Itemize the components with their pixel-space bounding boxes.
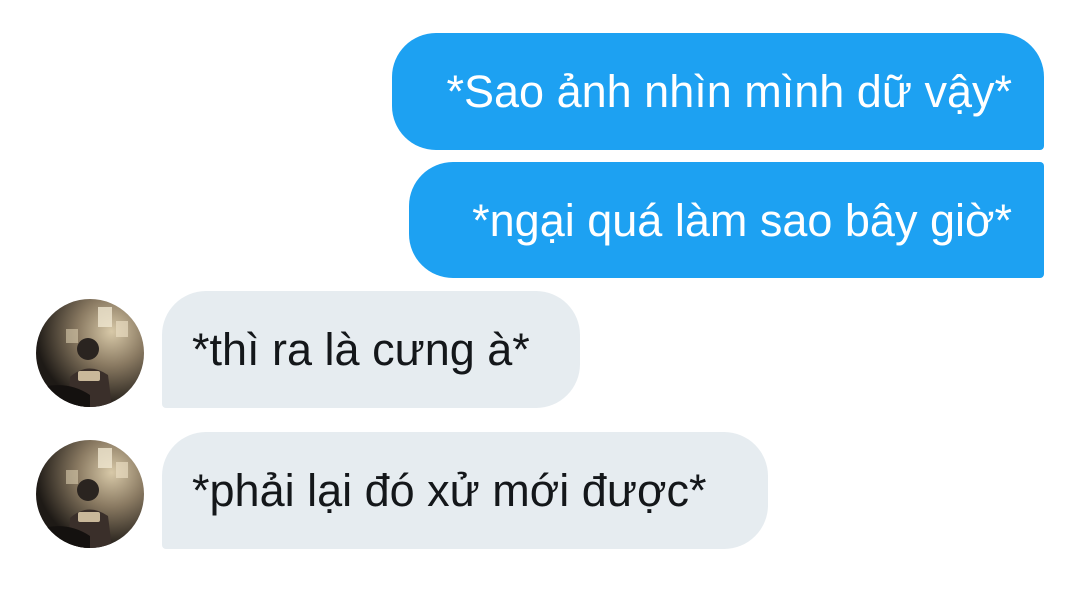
message-text: *phải lại đó xử mới được* [192,465,707,516]
chat-thread: *Sao ảnh nhìn mình dữ vậy* *ngại quá làm… [0,0,1080,594]
message-bubble-incoming[interactable]: *thì ra là cưng à* [162,291,580,408]
message-bubble-outgoing[interactable]: *ngại quá làm sao bây giờ* [409,162,1044,278]
message-bubble-incoming[interactable]: *phải lại đó xử mới được* [162,432,768,549]
message-bubble-outgoing[interactable]: *Sao ảnh nhìn mình dữ vậy* [392,33,1044,150]
contact-avatar[interactable] [36,440,144,548]
avatar-photo-icon [36,440,144,548]
message-text: *Sao ảnh nhìn mình dữ vậy* [446,66,1013,117]
contact-avatar[interactable] [36,299,144,407]
avatar-photo-icon [36,299,144,407]
message-text: *thì ra là cưng à* [192,324,530,375]
message-text: *ngại quá làm sao bây giờ* [472,194,1012,246]
